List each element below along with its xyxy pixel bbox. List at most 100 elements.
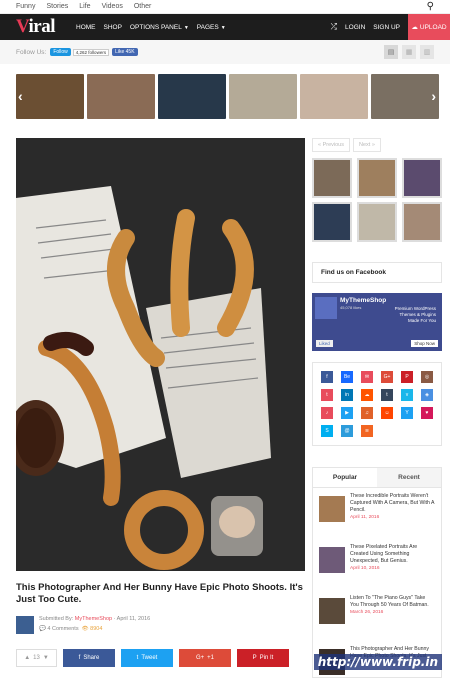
social-icon[interactable]: f xyxy=(321,371,333,383)
google-plus-share-button[interactable]: G+ +1 xyxy=(179,649,231,667)
fb-liked-button[interactable]: Liked xyxy=(316,340,333,347)
shuffle-icon[interactable]: ⤮ xyxy=(331,22,337,32)
post-text: Listen To "The Piano Guys" Take You Thro… xyxy=(350,595,435,636)
social-icon[interactable]: G+ xyxy=(381,371,393,383)
social-icon[interactable]: ♥ xyxy=(421,407,433,419)
signup-link[interactable]: SIGN UP xyxy=(373,24,400,31)
slider-prev-icon[interactable]: ‹ xyxy=(18,88,23,104)
facebook-widget-title: Find us on Facebook xyxy=(321,269,387,276)
social-icon[interactable]: ♫ xyxy=(361,407,373,419)
popular-post-item[interactable]: These Pixelated Portraits Are Created Us… xyxy=(313,539,441,590)
nav-options-panel[interactable]: OPTIONS PANEL ▼ xyxy=(130,24,189,31)
featured-slider: ‹ › xyxy=(16,74,442,122)
post-thumbnail[interactable] xyxy=(319,598,345,624)
site-logo[interactable]: Viral xyxy=(16,16,76,38)
category-link-videos[interactable]: Videos xyxy=(102,3,123,10)
social-icon[interactable]: Be xyxy=(341,371,353,383)
social-icon[interactable]: S xyxy=(321,425,333,437)
header-right: ⤮ LOGIN SIGN UP ☁ UPLOAD xyxy=(331,14,450,40)
tab-popular[interactable]: Popular xyxy=(313,468,377,487)
tab-recent[interactable]: Recent xyxy=(377,468,441,487)
category-link-funny[interactable]: Funny xyxy=(16,3,35,10)
slider-next-icon[interactable]: › xyxy=(431,88,436,104)
facebook-page-banner[interactable]: MyThemeShop 45,078 likes Premium WordPre… xyxy=(312,293,442,351)
upvote-icon[interactable]: ▲ xyxy=(24,655,30,661)
author-link[interactable]: MyThemeShop xyxy=(75,616,112,622)
fb-page-likes: 45,078 likes xyxy=(340,305,362,310)
search-icon[interactable]: ⚲ xyxy=(427,1,434,12)
fb-page-tagline: Premium WordPress Themes & Plugins Made … xyxy=(394,306,436,323)
twitter-share-button[interactable]: t Tweet xyxy=(121,649,173,667)
social-icon[interactable]: ♪ xyxy=(321,407,333,419)
layout-switcher: ▤ ▦ ▥ xyxy=(384,45,434,59)
downvote-icon[interactable]: ▼ xyxy=(43,655,49,661)
upload-button[interactable]: ☁ UPLOAD xyxy=(408,14,450,40)
post-title[interactable]: These Pixelated Portraits Are Created Us… xyxy=(350,544,435,565)
related-thumb[interactable] xyxy=(357,158,397,198)
author-avatar[interactable] xyxy=(16,616,34,634)
article-title[interactable]: This Photographer And Her Bunny Have Epi… xyxy=(16,582,305,606)
post-title[interactable]: These Incredible Portraits Weren't Captu… xyxy=(350,493,435,514)
social-icon[interactable]: ✉ xyxy=(361,371,373,383)
masonry-view-icon[interactable]: ▥ xyxy=(420,45,434,59)
follow-label: Follow Us: xyxy=(16,48,47,56)
slider-thumb[interactable] xyxy=(16,74,84,119)
related-thumb[interactable] xyxy=(312,158,352,198)
nav-shop[interactable]: SHOP xyxy=(104,24,122,31)
social-icon[interactable]: t xyxy=(381,389,393,401)
social-icon[interactable]: ☁ xyxy=(361,389,373,401)
social-icon[interactable]: ◈ xyxy=(421,389,433,401)
fb-shop-now-button[interactable]: Shop Now xyxy=(411,340,438,347)
popular-post-item[interactable]: These Incredible Portraits Weren't Captu… xyxy=(313,488,441,539)
grid-view-icon[interactable]: ▦ xyxy=(402,45,416,59)
related-thumb[interactable] xyxy=(357,202,397,242)
slider-thumb[interactable] xyxy=(158,74,226,119)
nav-home[interactable]: HOME xyxy=(76,24,96,31)
facebook-like-button[interactable]: Like 45K xyxy=(112,48,138,56)
related-thumb[interactable] xyxy=(312,202,352,242)
slider-thumb[interactable] xyxy=(300,74,368,119)
list-view-icon[interactable]: ▤ xyxy=(384,45,398,59)
facebook-icon: f xyxy=(78,655,81,661)
upload-icon: ☁ xyxy=(411,24,418,31)
category-link-life[interactable]: Life xyxy=(79,3,90,10)
login-link[interactable]: LOGIN xyxy=(345,24,365,31)
slider-thumb[interactable] xyxy=(229,74,297,119)
social-icon[interactable]: ≋ xyxy=(361,425,373,437)
slider-thumb[interactable] xyxy=(87,74,155,119)
fb-page-name[interactable]: MyThemeShop xyxy=(340,297,386,304)
next-post-button[interactable]: Next » xyxy=(353,138,381,152)
twitter-follower-count: 4,262 followers xyxy=(72,48,110,56)
featured-image[interactable] xyxy=(16,138,305,571)
comments-count[interactable]: 4 Comments xyxy=(47,626,78,632)
facebook-share-button[interactable]: f Share xyxy=(63,649,115,667)
post-thumbnail[interactable] xyxy=(319,496,345,522)
nav-pages[interactable]: PAGES ▼ xyxy=(197,24,226,31)
social-icon[interactable]: ◎ xyxy=(421,371,433,383)
post-title[interactable]: Listen To "The Piano Guys" Take You Thro… xyxy=(350,595,435,609)
slider-thumb[interactable] xyxy=(371,74,439,119)
facebook-widget-title-box: Find us on Facebook xyxy=(312,262,442,283)
share-bar: ▲ 13 ▼ f Share t Tweet G+ +1 P Pin It xyxy=(16,649,289,667)
social-icon[interactable]: ▶ xyxy=(341,407,353,419)
vote-count: 13 xyxy=(33,655,40,661)
social-icon[interactable]: @ xyxy=(341,425,353,437)
category-link-stories[interactable]: Stories xyxy=(46,3,68,10)
social-icon[interactable]: t xyxy=(321,389,333,401)
related-thumb[interactable] xyxy=(402,202,442,242)
twitter-follow-button[interactable]: Follow xyxy=(50,48,71,56)
category-link-other[interactable]: Other xyxy=(134,3,152,10)
post-thumbnail[interactable] xyxy=(319,547,345,573)
vote-widget: ▲ 13 ▼ xyxy=(16,649,57,667)
popular-post-item[interactable]: Listen To "The Piano Guys" Take You Thro… xyxy=(313,590,441,641)
social-icon[interactable]: v xyxy=(401,389,413,401)
post-text: These Pixelated Portraits Are Created Us… xyxy=(350,544,435,585)
pinterest-share-button[interactable]: P Pin It xyxy=(237,649,289,667)
social-icon[interactable]: ☺ xyxy=(381,407,393,419)
previous-post-button[interactable]: « Previous xyxy=(312,138,350,152)
social-icon[interactable]: P xyxy=(401,371,413,383)
social-icon[interactable]: in xyxy=(341,389,353,401)
related-thumbs xyxy=(312,158,442,242)
related-thumb[interactable] xyxy=(402,158,442,198)
social-icon[interactable]: Y xyxy=(401,407,413,419)
